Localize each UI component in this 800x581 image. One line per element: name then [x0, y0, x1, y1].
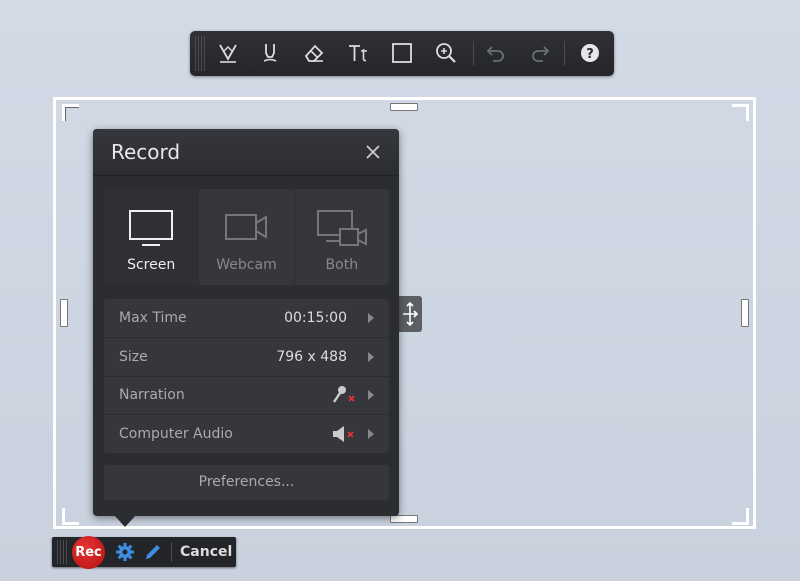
corner-handle-bottom-right[interactable]: [732, 508, 749, 525]
panel-header: Record: [93, 129, 399, 176]
setting-value: 00:15:00: [284, 310, 347, 326]
rectangle-icon: [392, 43, 412, 63]
rectangle-tool-button[interactable]: [388, 39, 416, 67]
screen-webcam-icon: [316, 210, 367, 246]
chevron-right-icon: [368, 429, 374, 439]
corner-handle-top-left[interactable]: [62, 104, 79, 121]
text-icon: [349, 45, 367, 62]
help-icon: ?: [581, 44, 599, 62]
record-panel: Record Screen Webcam Both Max Time 00:15…: [93, 129, 399, 516]
speaker-muted-icon: [333, 426, 354, 442]
monitor-icon: [129, 210, 174, 246]
mode-screen-label: Screen: [127, 257, 176, 273]
zoom-tool-button[interactable]: [432, 39, 460, 67]
undo-icon: [486, 46, 504, 62]
recorder-bar: Rec Cancel: [52, 536, 236, 569]
highlighter-tool-button[interactable]: [256, 39, 284, 67]
mode-webcam-button[interactable]: Webcam: [199, 189, 295, 285]
edge-handle-top[interactable]: [390, 103, 418, 111]
chevron-right-icon: [368, 313, 374, 323]
setting-max-time[interactable]: Max Time 00:15:00: [104, 299, 389, 338]
svg-text:?: ?: [586, 47, 594, 62]
help-button[interactable]: ?: [576, 39, 604, 67]
setting-computer-audio[interactable]: Computer Audio: [104, 415, 389, 453]
pen-icon: [219, 44, 237, 63]
setting-label: Size: [119, 349, 148, 365]
cancel-button[interactable]: Cancel: [180, 544, 232, 560]
chevron-right-icon: [368, 390, 374, 400]
rec-button[interactable]: Rec: [72, 536, 105, 569]
setting-value: 796 x 488: [276, 349, 347, 365]
move-arrows-icon: [403, 301, 419, 327]
annotation-toolbar: ?: [190, 31, 614, 76]
eraser-tool-button[interactable]: [300, 39, 328, 67]
setting-narration[interactable]: Narration: [104, 376, 389, 415]
setting-size[interactable]: Size 796 x 488: [104, 338, 389, 377]
move-handle[interactable]: [398, 296, 422, 332]
setting-label: Computer Audio: [119, 426, 233, 442]
redo-icon: [532, 46, 550, 62]
mode-webcam-label: Webcam: [216, 257, 277, 273]
edge-handle-bottom[interactable]: [390, 515, 418, 523]
corner-handle-top-right[interactable]: [732, 104, 749, 121]
toolbar-divider: [473, 41, 474, 66]
pen-tool-button[interactable]: [214, 39, 242, 67]
mode-screen-button[interactable]: Screen: [104, 189, 200, 285]
eraser-icon: [304, 44, 324, 62]
record-mode-selector: Screen Webcam Both: [104, 189, 389, 285]
record-settings-list: Max Time 00:15:00 Size 796 x 488 Narrati…: [104, 299, 389, 453]
setting-label: Narration: [119, 387, 185, 403]
text-tool-button[interactable]: [344, 39, 372, 67]
mode-both-label: Both: [325, 257, 359, 273]
recorder-grip[interactable]: [57, 540, 67, 564]
toolbar-grip[interactable]: [195, 36, 205, 71]
mode-both-button[interactable]: Both: [295, 189, 389, 285]
highlighter-icon: [263, 44, 277, 62]
close-icon[interactable]: [363, 142, 383, 162]
edge-handle-right[interactable]: [741, 299, 749, 327]
toolbar-divider: [564, 41, 565, 66]
edge-handle-left[interactable]: [60, 299, 68, 327]
preferences-button[interactable]: Preferences...: [104, 465, 389, 500]
recorder-divider: [171, 542, 172, 562]
pencil-icon[interactable]: [143, 542, 163, 562]
panel-pointer: [114, 515, 136, 527]
webcam-icon: [225, 214, 268, 240]
microphone-muted-icon: [333, 386, 355, 403]
undo-button[interactable]: [482, 39, 510, 67]
redo-button[interactable]: [526, 39, 554, 67]
gear-icon[interactable]: [115, 542, 135, 562]
panel-title: Record: [111, 140, 181, 164]
zoom-in-icon: [436, 43, 456, 63]
setting-label: Max Time: [119, 310, 187, 326]
corner-handle-bottom-left[interactable]: [62, 508, 79, 525]
chevron-right-icon: [368, 352, 374, 362]
